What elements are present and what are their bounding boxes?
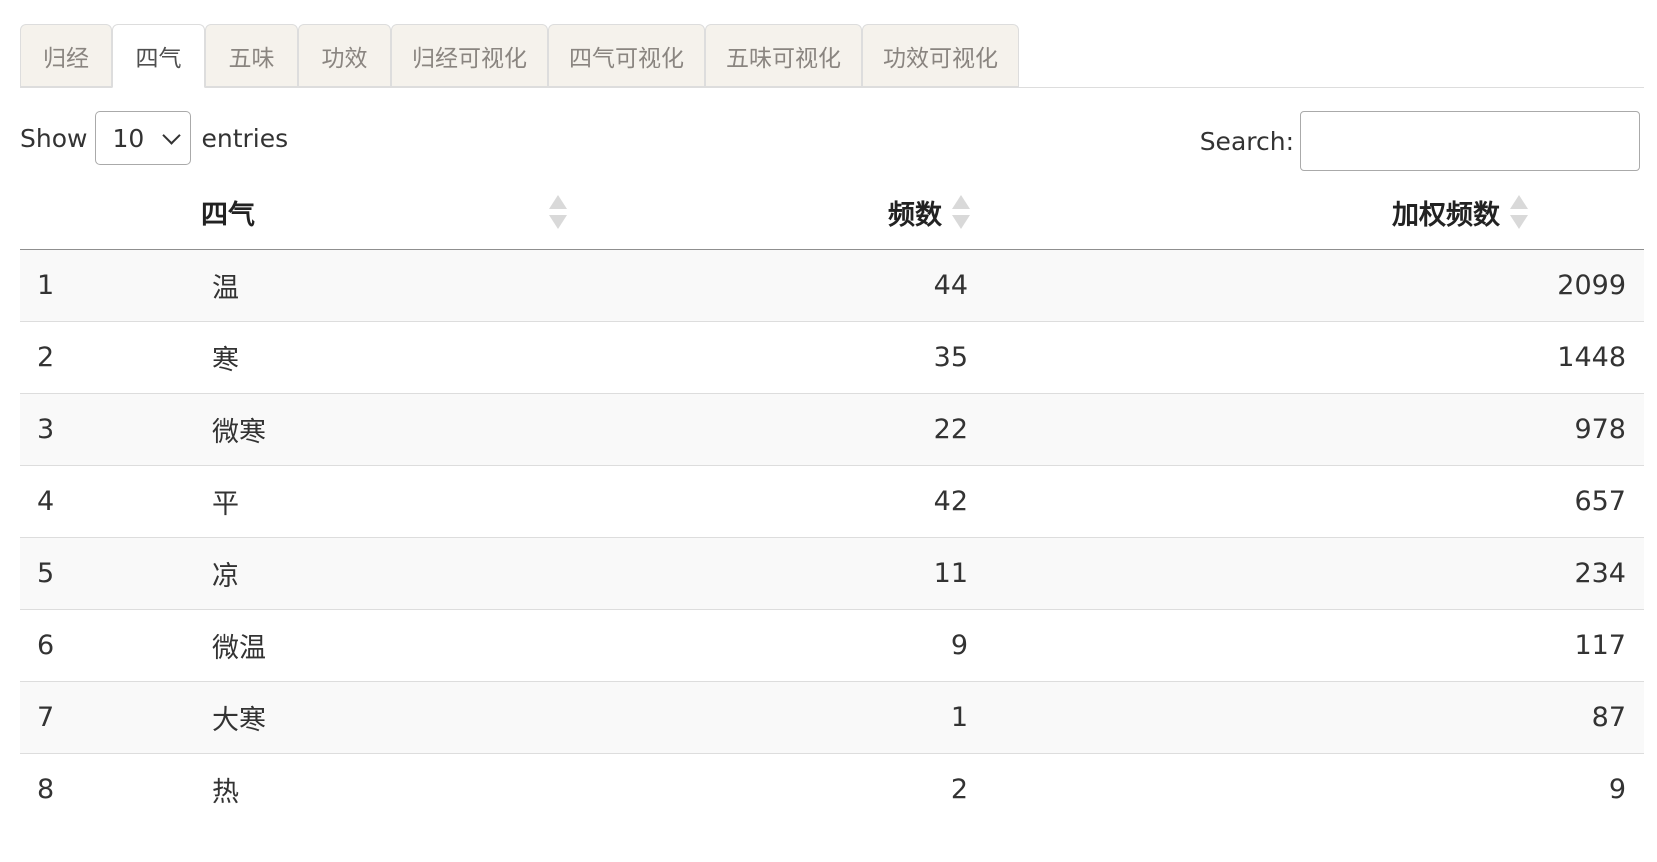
table-row: 5 凉 11 234 (20, 538, 1644, 610)
cell-index: 1 (37, 270, 55, 301)
table-row: 2 寒 35 1448 (20, 322, 1644, 394)
table-row: 7 大寒 1 87 (20, 682, 1644, 754)
sort-both-icon (952, 195, 970, 229)
page-length-control: Show 10 entries (20, 110, 288, 166)
cell-freq: 9 (950, 630, 968, 661)
cell-weighted-freq: 978 (1574, 414, 1626, 445)
cell-siqi: 热 (212, 777, 239, 808)
cell-freq: 42 (933, 486, 968, 517)
cell-siqi: 大寒 (212, 705, 266, 736)
header-freq[interactable]: 频数 (580, 176, 970, 249)
tab-bar: 归经 四气 五味 功效 归经可视化 四气可视化 五味可视化 功效可视化 (20, 24, 1644, 88)
table-header: 四气 频数 加权频数 (20, 176, 1644, 250)
table-row: 1 温 44 2099 (20, 250, 1644, 322)
cell-index: 2 (37, 342, 55, 373)
tab-siqi[interactable]: 四气 (112, 24, 205, 88)
table-row: 4 平 42 657 (20, 466, 1644, 538)
cell-siqi: 平 (212, 489, 239, 520)
tab-gongxiao[interactable]: 功效 (298, 24, 391, 87)
header-index[interactable] (37, 176, 187, 249)
cell-index: 5 (37, 558, 55, 589)
tab-wuwei-visualization[interactable]: 五味可视化 (705, 24, 862, 87)
cell-index: 7 (37, 702, 55, 733)
cell-siqi: 微温 (212, 633, 266, 664)
cell-index: 8 (37, 774, 55, 805)
cell-index: 6 (37, 630, 55, 661)
tab-siqi-visualization[interactable]: 四气可视化 (548, 24, 705, 87)
cell-index: 3 (37, 414, 55, 445)
header-weighted-freq-label: 加权频数 (1392, 200, 1500, 231)
cell-index: 4 (37, 486, 55, 517)
table-row: 3 微寒 22 978 (20, 394, 1644, 466)
cell-freq: 2 (950, 774, 968, 805)
cell-siqi: 微寒 (212, 417, 266, 448)
entries-label: entries (201, 123, 289, 153)
cell-weighted-freq: 87 (1591, 702, 1626, 733)
cell-freq: 22 (933, 414, 968, 445)
tab-gongxiao-visualization[interactable]: 功效可视化 (862, 24, 1019, 87)
cell-weighted-freq: 2099 (1557, 270, 1626, 301)
page-length-select[interactable]: 10 (95, 111, 192, 165)
search-input[interactable] (1300, 111, 1640, 171)
table-row: 6 微温 9 117 (20, 610, 1644, 682)
tab-wuwei[interactable]: 五味 (205, 24, 298, 87)
table-row: 8 热 2 9 (20, 754, 1644, 825)
sort-both-icon (1510, 195, 1528, 229)
cell-freq: 44 (933, 270, 968, 301)
cell-weighted-freq: 1448 (1557, 342, 1626, 373)
chevron-down-icon (162, 125, 182, 145)
cell-weighted-freq: 234 (1574, 558, 1626, 589)
header-siqi[interactable]: 四气 (201, 176, 572, 249)
tab-guijing[interactable]: 归经 (20, 24, 112, 87)
cell-freq: 1 (950, 702, 968, 733)
cell-weighted-freq: 657 (1574, 486, 1626, 517)
header-weighted-freq[interactable]: 加权频数 (978, 176, 1528, 249)
header-siqi-label: 四气 (201, 200, 255, 231)
cell-weighted-freq: 117 (1574, 630, 1626, 661)
cell-freq: 35 (933, 342, 968, 373)
header-freq-label: 频数 (888, 200, 942, 231)
search-control: Search: (1200, 110, 1640, 172)
page-length-value: 10 (112, 123, 145, 153)
cell-freq: 11 (933, 558, 968, 589)
cell-siqi: 寒 (212, 345, 239, 376)
sort-both-icon (549, 195, 567, 229)
tab-bar-baseline (20, 87, 1644, 88)
search-label: Search: (1199, 126, 1294, 156)
data-table: 四气 频数 加权频数 1 温 44 2099 2 寒 35 1448 3 微寒 … (20, 176, 1644, 825)
tab-guijing-visualization[interactable]: 归经可视化 (391, 24, 548, 87)
cell-siqi: 温 (212, 273, 239, 304)
show-label: Show (20, 123, 88, 153)
cell-weighted-freq: 9 (1608, 774, 1626, 805)
cell-siqi: 凉 (212, 561, 239, 592)
